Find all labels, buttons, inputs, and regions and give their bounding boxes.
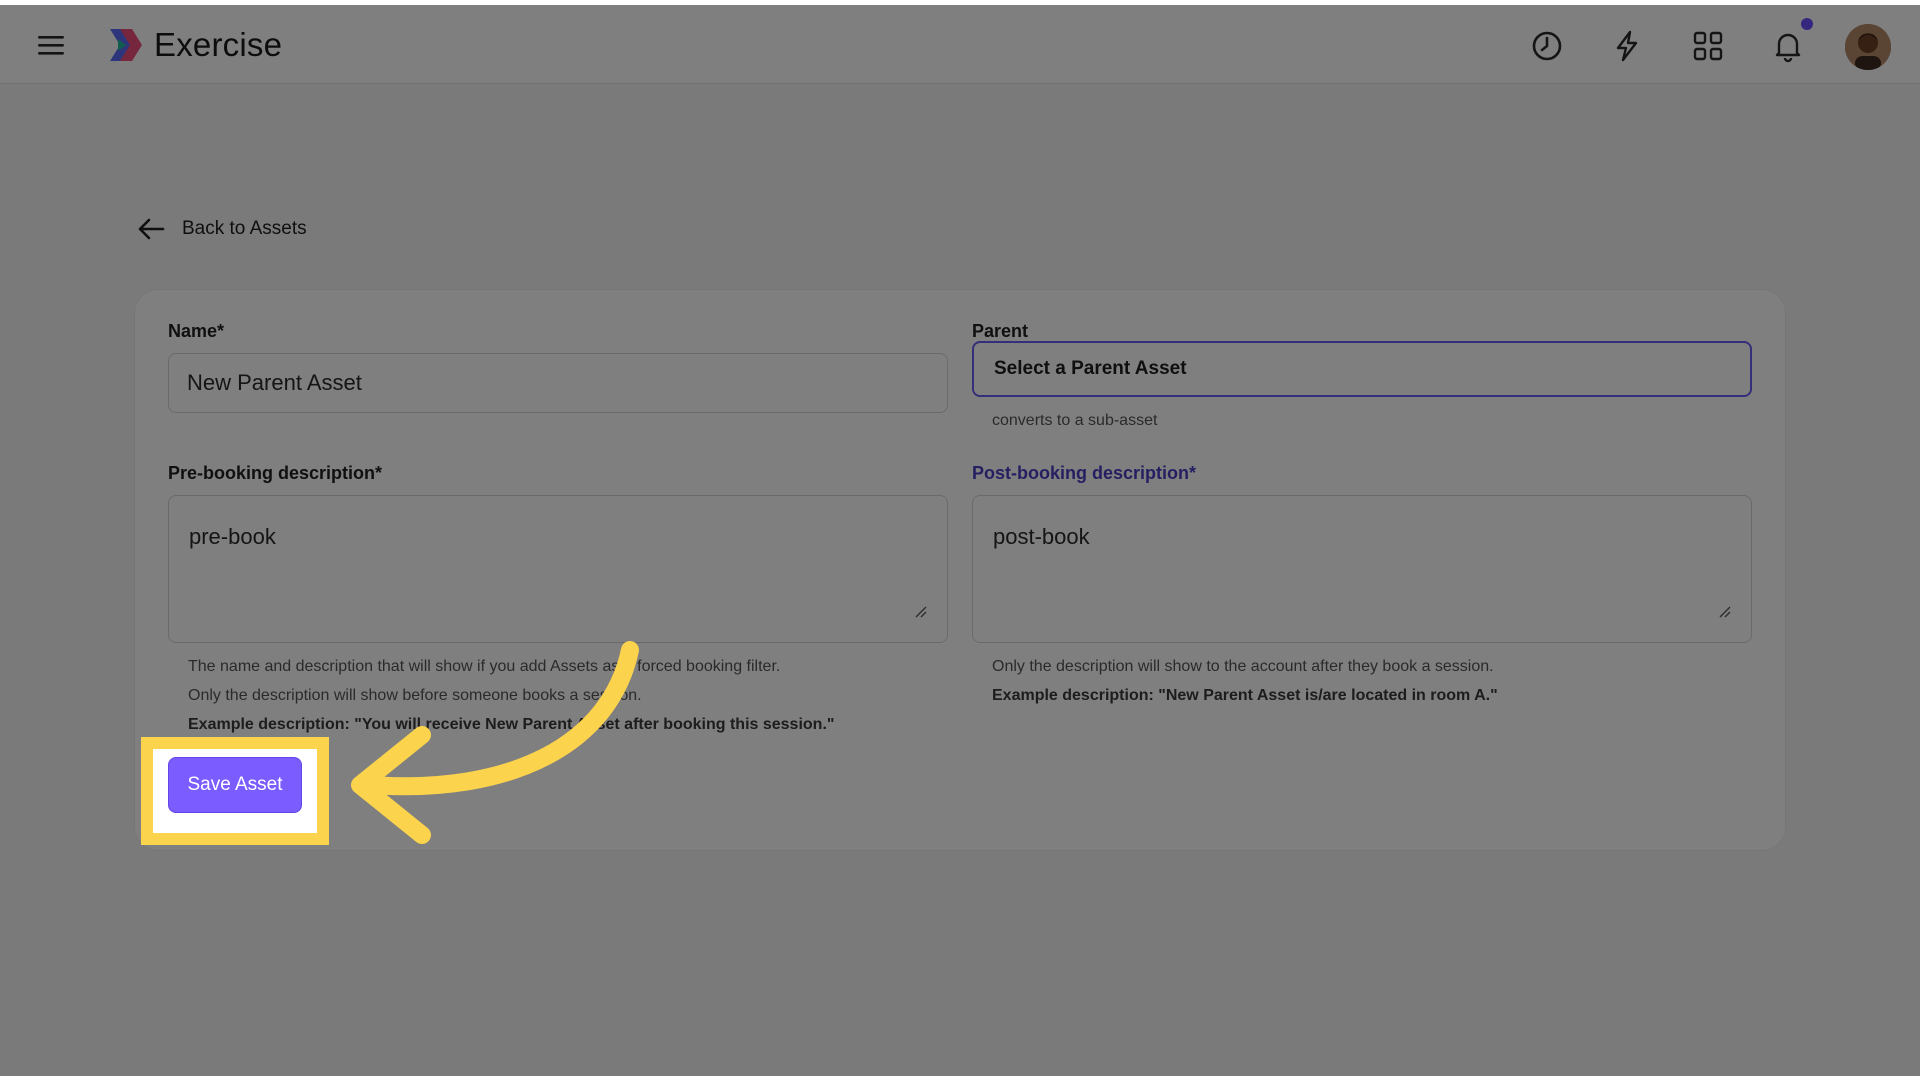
post-booking-textarea[interactable]: post-book bbox=[972, 495, 1752, 643]
parent-hint: converts to a sub-asset bbox=[992, 412, 1158, 429]
post-booking-example: Example description: "New Parent Asset i… bbox=[992, 687, 1498, 704]
bell-icon[interactable] bbox=[1771, 29, 1805, 63]
history-icon[interactable] bbox=[1530, 29, 1564, 63]
notification-dot bbox=[1801, 18, 1813, 30]
back-link-label: Back to Assets bbox=[182, 218, 307, 239]
app-title: Exercise bbox=[154, 26, 283, 63]
pre-booking-hint-1: The name and description that will show … bbox=[188, 658, 781, 675]
lightning-icon[interactable] bbox=[1610, 29, 1644, 63]
app-window: Exercise Back to Assets Name* New Parent… bbox=[0, 5, 1920, 1076]
post-booking-label: Post-booking description* bbox=[972, 463, 1197, 483]
name-input[interactable]: New Parent Asset bbox=[168, 353, 948, 413]
parent-select[interactable]: Select a Parent Asset bbox=[972, 341, 1752, 397]
resize-grip-icon[interactable] bbox=[915, 606, 927, 618]
arrow-left-icon bbox=[138, 218, 165, 240]
pre-booking-hint-2: Only the description will show before so… bbox=[188, 687, 642, 704]
post-booking-value: post-book bbox=[993, 524, 1090, 549]
name-label: Name* bbox=[168, 321, 225, 341]
post-booking-hint-1: Only the description will show to the ac… bbox=[992, 658, 1494, 675]
pre-booking-label: Pre-booking description* bbox=[168, 463, 383, 483]
pre-booking-textarea[interactable]: pre-book bbox=[168, 495, 948, 643]
save-asset-button[interactable]: Save Asset bbox=[168, 757, 302, 813]
back-to-assets-link[interactable]: Back to Assets bbox=[136, 211, 307, 247]
pre-booking-value: pre-book bbox=[189, 524, 276, 549]
resize-grip-icon[interactable] bbox=[1719, 606, 1731, 618]
top-navigation-bar: Exercise bbox=[0, 5, 1920, 84]
avatar[interactable] bbox=[1845, 24, 1891, 70]
logo-icon[interactable] bbox=[106, 27, 142, 63]
apps-grid-icon[interactable] bbox=[1691, 29, 1725, 63]
parent-label: Parent bbox=[972, 321, 1029, 341]
pre-booking-example: Example description: "You will receive N… bbox=[188, 716, 835, 733]
menu-icon[interactable] bbox=[36, 30, 66, 60]
